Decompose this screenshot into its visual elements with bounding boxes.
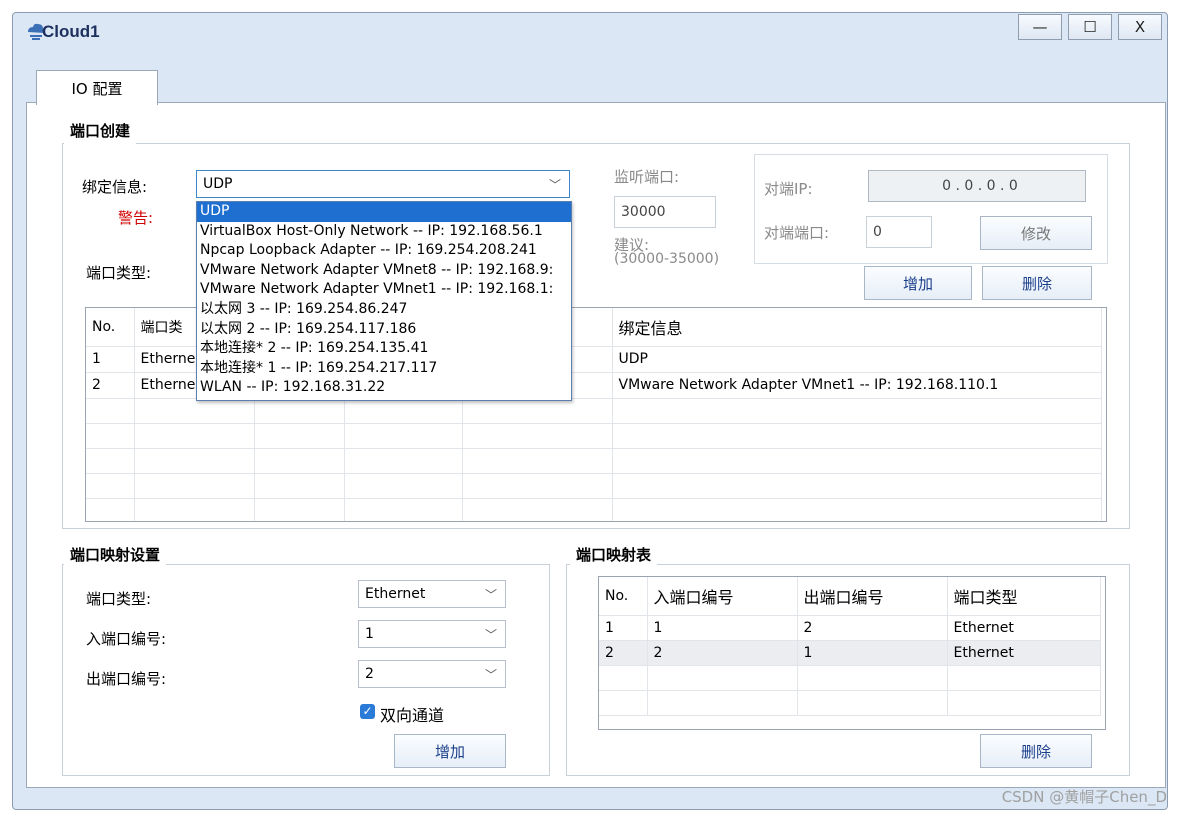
chevron-down-icon: ﹀ — [484, 588, 497, 602]
remote-ip-label: 对端IP: — [764, 180, 813, 198]
in-port-value: 1 — [365, 626, 374, 642]
remote-port-label: 对端端口: — [764, 224, 830, 242]
dropdown-option[interactable]: WLAN -- IP: 192.168.31.22 — [197, 378, 571, 398]
close-button[interactable]: X — [1118, 14, 1162, 40]
maximize-icon: ☐ — [1083, 18, 1097, 36]
map-port-type-label: 端口类型: — [86, 590, 152, 608]
dropdown-option[interactable]: VirtualBox Host-Only Network -- IP: 192.… — [197, 222, 571, 242]
maximize-button[interactable]: ☐ — [1068, 14, 1112, 40]
listen-port-label: 监听端口: — [614, 168, 680, 186]
chevron-down-icon: ﹀ — [548, 178, 561, 192]
bind-info-dropdown-list: UDP VirtualBox Host-Only Network -- IP: … — [196, 201, 572, 401]
port-table-header: No. — [86, 308, 135, 347]
mapping-table-header: No. — [599, 577, 648, 616]
dropdown-option[interactable]: 本地连接* 1 -- IP: 169.254.217.117 — [197, 359, 571, 379]
add-port-button[interactable]: 增加 — [864, 266, 972, 300]
table-row[interactable]: 1 1 2 Ethernet — [599, 615, 1101, 641]
minimize-button[interactable]: — — [1018, 14, 1062, 40]
table-cell: 1 — [599, 615, 648, 641]
table-cell: 2 — [797, 615, 948, 641]
suggest-range: (30000-35000) — [614, 251, 720, 267]
map-port-type-value: Ethernet — [365, 586, 426, 602]
port-table-header: 绑定信息 — [612, 308, 1102, 347]
port-type-label: 端口类型: — [86, 264, 152, 282]
bind-info-value: UDP — [203, 176, 233, 192]
table-cell: 1 — [797, 640, 948, 666]
minimize-icon: — — [1032, 18, 1048, 36]
bidirectional-label: 双向通道 — [380, 706, 445, 725]
remote-port-input[interactable]: 0 — [866, 216, 932, 248]
table-row[interactable]: 2 2 1 Ethernet — [599, 640, 1101, 666]
mapping-settings-title: 端口映射设置 — [64, 542, 167, 568]
table-cell: 2 — [86, 372, 135, 399]
dropdown-option[interactable]: 以太网 3 -- IP: 169.254.86.247 — [197, 300, 571, 320]
mapping-table: No. 入端口编号 出端口编号 端口类型 1 1 2 Ethernet 2 2 … — [598, 576, 1106, 730]
mapping-table-header: 出端口编号 — [797, 577, 948, 616]
dropdown-option[interactable]: 本地连接* 2 -- IP: 169.254.135.41 — [197, 339, 571, 359]
table-cell: UDP — [612, 346, 1102, 373]
mapping-table-header: 端口类型 — [947, 577, 1101, 616]
dropdown-option[interactable]: UDP — [197, 202, 571, 222]
in-port-select[interactable]: 1 ﹀ — [358, 620, 506, 648]
bidirectional-checkbox[interactable]: ✓ — [360, 704, 375, 719]
add-mapping-button[interactable]: 增加 — [394, 734, 506, 768]
watermark: CSDN @黄帽子Chen_D — [1001, 788, 1167, 806]
delete-mapping-button[interactable]: 删除 — [980, 734, 1092, 768]
warning-label: 警告: — [118, 209, 154, 227]
table-cell: VMware Network Adapter VMnet1 -- IP: 192… — [612, 372, 1102, 399]
dropdown-option[interactable]: Npcap Loopback Adapter -- IP: 169.254.20… — [197, 241, 571, 261]
dropdown-option[interactable]: VMware Network Adapter VMnet1 -- IP: 192… — [197, 280, 571, 300]
modify-button[interactable]: 修改 — [980, 216, 1092, 250]
table-cell: Ethernet — [947, 615, 1101, 641]
listen-port-input[interactable]: 30000 — [614, 196, 716, 228]
chevron-down-icon: ﹀ — [484, 668, 497, 682]
table-cell: 1 — [86, 346, 135, 373]
dropdown-option[interactable]: 以太网 2 -- IP: 169.254.117.186 — [197, 320, 571, 340]
out-port-value: 2 — [365, 666, 374, 682]
out-port-select[interactable]: 2 ﹀ — [358, 660, 506, 688]
tab-io-config[interactable]: IO 配置 — [36, 70, 158, 105]
in-port-label: 入端口编号: — [86, 630, 167, 648]
bind-info-label: 绑定信息: — [82, 178, 148, 196]
chevron-down-icon: ﹀ — [484, 628, 497, 642]
close-icon: X — [1134, 18, 1146, 36]
table-cell: 1 — [647, 615, 798, 641]
out-port-label: 出端口编号: — [86, 670, 167, 688]
bind-info-select[interactable]: UDP ﹀ — [196, 170, 570, 198]
port-create-title: 端口创建 — [64, 118, 137, 144]
mapping-table-title: 端口映射表 — [570, 542, 658, 568]
delete-port-button[interactable]: 删除 — [982, 266, 1092, 300]
remote-ip-input[interactable]: 0 . 0 . 0 . 0 — [868, 170, 1086, 202]
table-cell: Ethernet — [947, 640, 1101, 666]
table-cell: 2 — [647, 640, 798, 666]
dropdown-option[interactable]: VMware Network Adapter VMnet8 -- IP: 192… — [197, 261, 571, 281]
window-title: Cloud1 — [42, 22, 100, 41]
mapping-table-header: 入端口编号 — [647, 577, 798, 616]
map-port-type-select[interactable]: Ethernet ﹀ — [358, 580, 506, 608]
table-cell: 2 — [599, 640, 648, 666]
